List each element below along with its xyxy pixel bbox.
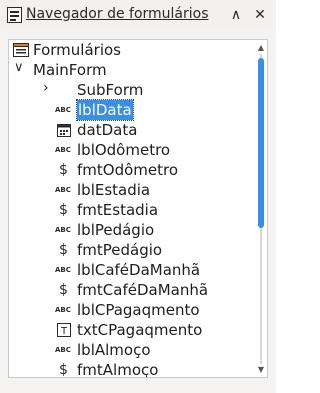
- tree-item[interactable]: ABC lblPedágio: [9, 220, 249, 240]
- tree-item[interactable]: ABC lblOdômetro: [9, 140, 249, 160]
- formatted-field-icon: $: [59, 362, 68, 378]
- tree-item[interactable]: ABC lblCaféDaManhã: [9, 260, 249, 280]
- label-abc-icon: ABC: [55, 146, 71, 154]
- svg-text:T: T: [60, 326, 68, 337]
- tree-item[interactable]: $ fmtPedágio: [9, 240, 249, 260]
- tree-item-label: txtCPagaqmento: [77, 321, 203, 339]
- tree-item[interactable]: ABC lblAlmoço: [9, 340, 249, 360]
- tree-item-mainform[interactable]: ∨ MainForm: [9, 60, 249, 80]
- tree-item-label: fmtAlmoço: [77, 361, 159, 378]
- close-icon: ✕: [254, 7, 266, 23]
- tree-item-label: lblEstadia: [77, 181, 151, 199]
- collapse-button[interactable]: ∧: [226, 5, 246, 25]
- formatted-field-icon: $: [59, 282, 68, 298]
- tree-root-forms[interactable]: Formulários: [9, 40, 249, 60]
- tree-item[interactable]: ABC lblEstadia: [9, 180, 249, 200]
- scrollbar-thumb[interactable]: [258, 58, 264, 228]
- tree-item-label: lblPedágio: [77, 221, 155, 239]
- scroll-down-icon[interactable]: ▼: [255, 366, 267, 374]
- forms-icon: [13, 43, 29, 57]
- formatted-field-icon: $: [59, 162, 68, 178]
- text-box-icon: T: [57, 323, 75, 339]
- date-field-icon: [57, 123, 75, 139]
- chevron-down-icon[interactable]: ∨: [14, 60, 32, 76]
- tree-item-label: fmtOdômetro: [77, 161, 179, 179]
- tree-item[interactable]: datData: [9, 120, 249, 140]
- chevron-right-icon[interactable]: ›: [43, 80, 61, 96]
- label-abc-icon: ABC: [55, 226, 71, 234]
- label-abc-icon: ABC: [55, 186, 71, 194]
- formatted-field-icon: $: [59, 202, 68, 218]
- form-navigator-icon: [7, 7, 22, 23]
- vertical-scrollbar[interactable]: ▲ ▼: [258, 44, 264, 374]
- label-abc-icon: ABC: [55, 266, 71, 274]
- label-abc-icon: ABC: [55, 346, 71, 354]
- form-navigator-window: Navegador de formulários ∧ ✕ Formulários…: [0, 0, 276, 393]
- tree-item[interactable]: TtxtCPagaqmento: [9, 320, 249, 340]
- tree-item-subform[interactable]: › SubForm: [9, 80, 249, 100]
- tree-item-label: lblCPagaqmento: [77, 301, 200, 319]
- close-button[interactable]: ✕: [250, 5, 270, 25]
- label-abc-icon: ABC: [55, 306, 71, 314]
- tree-item-label: fmtEstadia: [77, 201, 159, 219]
- scroll-up-icon[interactable]: ▲: [255, 44, 267, 52]
- tree-item-label: datData: [77, 121, 138, 139]
- tree-root-label: Formulários: [33, 41, 121, 59]
- tree-mainform-label: MainForm: [33, 61, 107, 79]
- tree-item[interactable]: $ fmtEstadia: [9, 200, 249, 220]
- tree-item[interactable]: $ fmtCaféDaManhã: [9, 280, 249, 300]
- tree-item-label: lblCaféDaManhã: [77, 261, 201, 279]
- formatted-field-icon: $: [59, 242, 68, 258]
- chevron-up-icon: ∧: [230, 7, 242, 23]
- label-abc-icon: ABC: [55, 106, 71, 114]
- tree-item-label: lblAlmoço: [77, 341, 151, 359]
- tree-item[interactable]: ABC lblData: [9, 99, 249, 121]
- window-title[interactable]: Navegador de formulários: [26, 6, 209, 22]
- tree-item-label: fmtPedágio: [77, 241, 163, 259]
- form-tree[interactable]: Formulários ∨ MainForm › SubForm ABC lblD…: [8, 39, 268, 378]
- tree-subform-label: SubForm: [77, 81, 144, 99]
- tree-item-label: lblOdômetro: [77, 141, 171, 159]
- title-bar: Navegador de formulários ∧ ✕: [0, 0, 276, 30]
- tree-item[interactable]: $ fmtAlmoço: [9, 360, 249, 378]
- tree-item-label: fmtCaféDaManhã: [77, 281, 209, 299]
- tree-item-label: lblData: [76, 99, 134, 121]
- tree-item[interactable]: $ fmtOdômetro: [9, 160, 249, 180]
- tree-item[interactable]: ABC lblCPagaqmento: [9, 300, 249, 320]
